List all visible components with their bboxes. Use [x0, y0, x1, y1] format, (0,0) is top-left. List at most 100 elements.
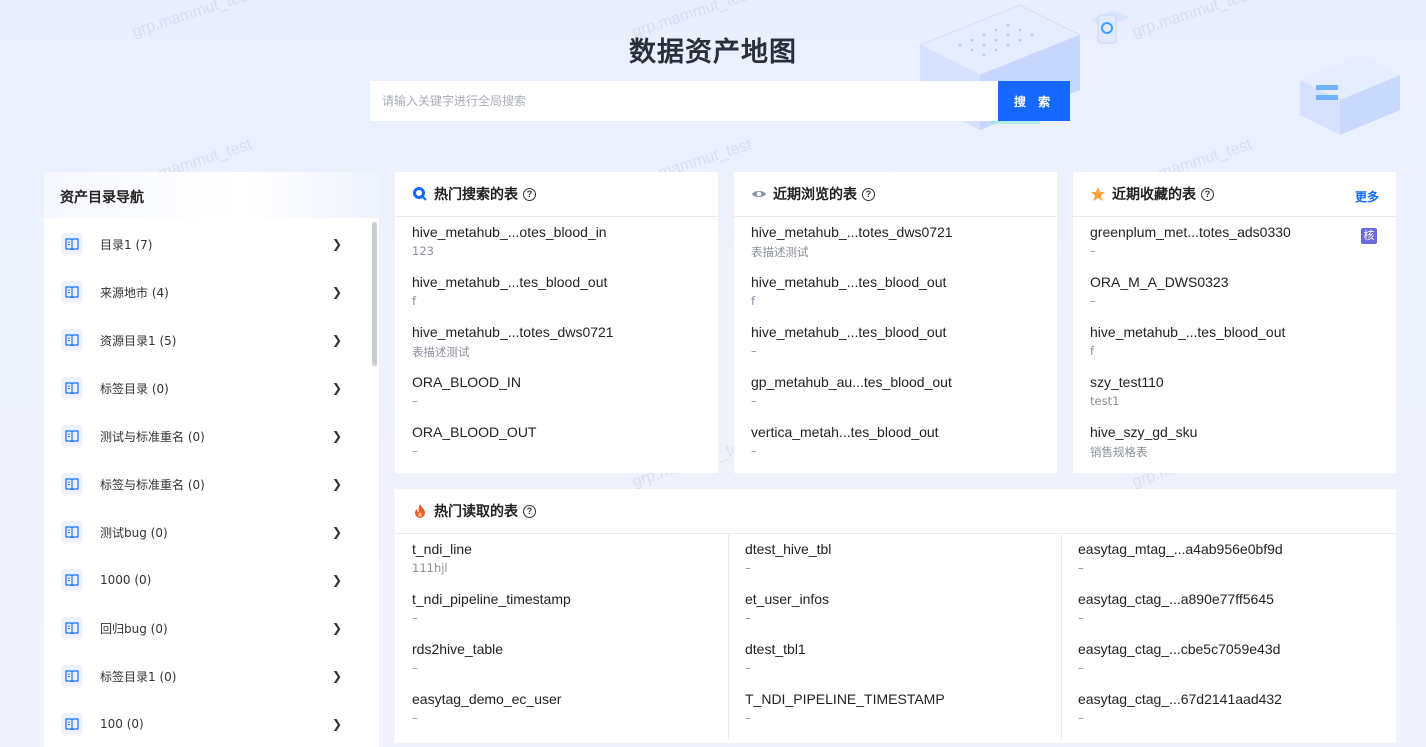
table-name[interactable]: ORA_BLOOD_IN	[412, 374, 521, 390]
table-desc: f	[1090, 344, 1095, 358]
table-name[interactable]: rds2hive_table	[412, 641, 503, 657]
help-icon[interactable]: ?	[1201, 187, 1214, 201]
table-desc: –	[412, 611, 418, 625]
chevron-right-icon: ❯	[331, 621, 343, 635]
table-name[interactable]: hive_metahub_...tes_blood_out	[751, 324, 946, 340]
sidebar-item[interactable]: 资源目录1 (5) ❯	[44, 316, 369, 364]
table-entry[interactable]: ORA_BLOOD_OUT –	[412, 424, 536, 458]
table-name[interactable]: easytag_ctag_...cbe5c7059e43d	[1078, 641, 1280, 657]
book-icon	[61, 569, 83, 591]
table-desc: 123	[412, 244, 434, 258]
table-name[interactable]: et_user_infos	[745, 591, 829, 607]
table-desc: –	[745, 611, 751, 625]
more-link[interactable]: 更多	[1355, 188, 1379, 205]
table-entry[interactable]: easytag_mtag_...a4ab956e0bf9d –	[1078, 541, 1283, 575]
book-icon	[61, 377, 83, 399]
card-header: 热门搜索的表 ?	[395, 172, 718, 217]
sidebar-title: 资产目录导航	[44, 172, 379, 218]
table-desc: –	[1078, 661, 1084, 675]
sidebar-item[interactable]: 来源地市 (4) ❯	[44, 268, 369, 316]
table-name[interactable]: vertica_metah...tes_blood_out	[751, 424, 939, 440]
table-entry[interactable]: et_user_infos –	[745, 591, 829, 625]
table-name[interactable]: ORA_M_A_DWS0323	[1090, 274, 1229, 290]
chevron-right-icon: ❯	[331, 237, 343, 251]
table-entry[interactable]: dtest_tbl1 –	[745, 641, 806, 675]
table-entry[interactable]: easytag_ctag_...a890e77ff5645 –	[1078, 591, 1274, 625]
table-entry[interactable]: t_ndi_pipeline_timestamp –	[412, 591, 571, 625]
table-desc: –	[1078, 711, 1084, 725]
sidebar-item[interactable]: 1000 (0) ❯	[44, 556, 369, 604]
table-entry[interactable]: vertica_metah...tes_blood_out –	[751, 424, 939, 458]
sidebar-item-label: 100 (0)	[100, 717, 144, 731]
table-entry[interactable]: dtest_hive_tbl –	[745, 541, 831, 575]
help-icon[interactable]: ?	[862, 187, 875, 201]
chevron-right-icon: ❯	[331, 429, 343, 443]
table-entry[interactable]: hive_metahub_...totes_dws0721 表描述测试	[751, 224, 953, 260]
table-entry[interactable]: greenplum_met...totes_ads0330 –	[1090, 224, 1291, 258]
table-entry[interactable]: hive_metahub_...tes_blood_out –	[751, 324, 946, 358]
table-name[interactable]: hive_szy_gd_sku	[1090, 424, 1197, 440]
sidebar-item[interactable]: 标签目录1 (0) ❯	[44, 652, 369, 700]
book-icon	[61, 329, 83, 351]
table-name[interactable]: hive_metahub_...totes_dws0721	[751, 224, 953, 240]
table-name[interactable]: T_NDI_PIPELINE_TIMESTAMP	[745, 691, 945, 707]
help-icon[interactable]: ?	[523, 187, 536, 201]
sidebar-scrollbar[interactable]	[372, 222, 377, 366]
book-icon	[61, 617, 83, 639]
table-desc: –	[745, 711, 751, 725]
table-entry[interactable]: T_NDI_PIPELINE_TIMESTAMP –	[745, 691, 945, 725]
table-entry[interactable]: t_ndi_line 111hjl	[412, 541, 472, 575]
table-entry[interactable]: easytag_ctag_...67d2141aad432 –	[1078, 691, 1282, 725]
catalog-sidebar: 资产目录导航 目录1 (7) ❯ 来源地市 (4) ❯ 资源目录1 (5) ❯ …	[44, 172, 379, 747]
table-entry[interactable]: easytag_demo_ec_user –	[412, 691, 561, 725]
sidebar-item[interactable]: 目录1 (7) ❯	[44, 220, 369, 268]
book-icon	[61, 281, 83, 303]
table-name[interactable]: dtest_hive_tbl	[745, 541, 831, 557]
table-name[interactable]: easytag_ctag_...a890e77ff5645	[1078, 591, 1274, 607]
table-name[interactable]: dtest_tbl1	[745, 641, 806, 657]
table-name[interactable]: szy_test110	[1090, 374, 1164, 390]
table-name[interactable]: greenplum_met...totes_ads0330	[1090, 224, 1291, 240]
sidebar-item[interactable]: 测试与标准重名 (0) ❯	[44, 412, 369, 460]
table-desc: –	[751, 444, 757, 458]
table-entry[interactable]: hive_metahub_...otes_blood_in 123	[412, 224, 607, 258]
table-entry[interactable]: hive_metahub_...totes_dws0721 表描述测试	[412, 324, 614, 360]
table-name[interactable]: easytag_demo_ec_user	[412, 691, 561, 707]
chevron-right-icon: ❯	[331, 717, 343, 731]
table-desc: –	[751, 394, 757, 408]
table-entry[interactable]: hive_szy_gd_sku 销售规格表	[1090, 424, 1197, 460]
table-entry[interactable]: rds2hive_table –	[412, 641, 503, 675]
table-entry[interactable]: hive_metahub_...tes_blood_out f	[751, 274, 946, 308]
table-entry[interactable]: easytag_ctag_...cbe5c7059e43d –	[1078, 641, 1280, 675]
table-entry[interactable]: gp_metahub_au...tes_blood_out –	[751, 374, 952, 408]
table-entry[interactable]: ORA_BLOOD_IN –	[412, 374, 521, 408]
table-name[interactable]: hive_metahub_...tes_blood_out	[751, 274, 946, 290]
table-name[interactable]: hive_metahub_...otes_blood_in	[412, 224, 607, 240]
table-entry[interactable]: szy_test110 test1	[1090, 374, 1164, 408]
table-entry[interactable]: hive_metahub_...tes_blood_outf	[412, 274, 607, 308]
sidebar-item[interactable]: 标签目录 (0) ❯	[44, 364, 369, 412]
table-name[interactable]: easytag_ctag_...67d2141aad432	[1078, 691, 1282, 707]
help-icon[interactable]: ?	[523, 504, 536, 518]
table-name[interactable]: hive_metahub_...tes_blood_out	[1090, 324, 1285, 340]
sidebar-item[interactable]: 标签与标准重名 (0) ❯	[44, 460, 369, 508]
table-desc: f	[412, 294, 417, 308]
table-entry[interactable]: ORA_M_A_DWS0323 –	[1090, 274, 1229, 308]
table-name[interactable]: hive_metahub_...totes_dws0721	[412, 324, 614, 340]
table-name[interactable]: t_ndi_line	[412, 541, 472, 557]
table-name[interactable]: easytag_mtag_...a4ab956e0bf9d	[1078, 541, 1283, 557]
table-name[interactable]: t_ndi_pipeline_timestamp	[412, 591, 571, 607]
search-input[interactable]	[370, 81, 998, 121]
table-name[interactable]: gp_metahub_au...tes_blood_out	[751, 374, 952, 390]
table-entry[interactable]: hive_metahub_...tes_blood_outf	[1090, 324, 1285, 358]
table-name[interactable]: hive_metahub_...tes_blood_out	[412, 274, 607, 290]
sidebar-item[interactable]: 100 (0) ❯	[44, 700, 369, 747]
sidebar-item[interactable]: 测试bug (0) ❯	[44, 508, 369, 556]
card-header: 热门读取的表 ?	[395, 489, 1396, 534]
recent-favorites-card: 近期收藏的表 ? 更多 核 greenplum_met...totes_ads0…	[1073, 172, 1396, 473]
table-name[interactable]: ORA_BLOOD_OUT	[412, 424, 536, 440]
search-button[interactable]: 搜 索	[998, 81, 1070, 121]
sidebar-item[interactable]: 回归bug (0) ❯	[44, 604, 369, 652]
chevron-right-icon: ❯	[331, 669, 343, 683]
core-badge: 核	[1361, 228, 1377, 244]
